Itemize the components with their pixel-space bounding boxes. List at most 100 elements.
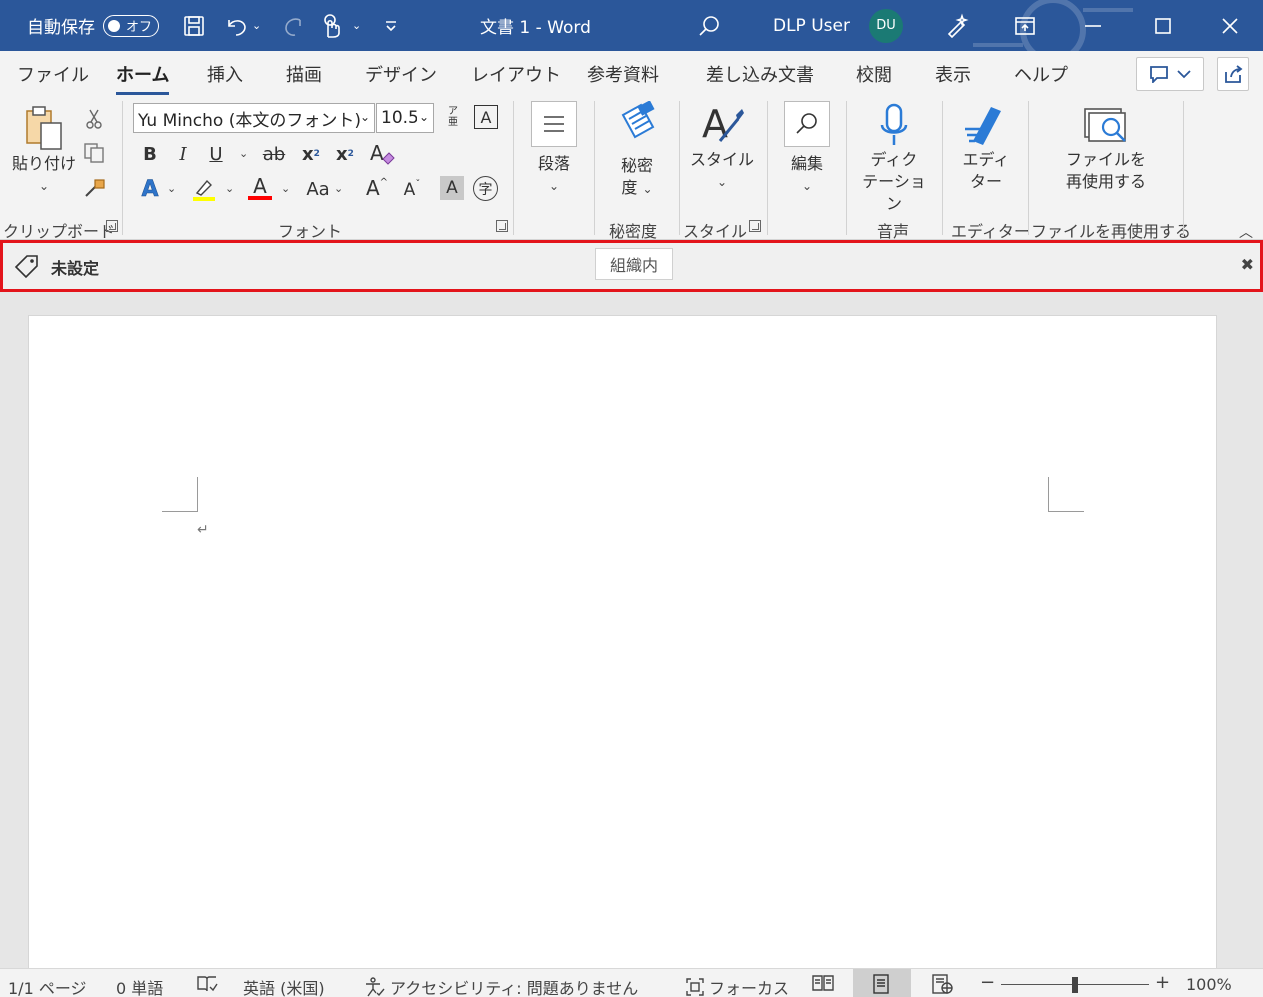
sensitivity-button[interactable]: 秘密 度 ⌄ [605,100,669,200]
text-effects-button[interactable]: A [136,176,164,202]
font-color-button[interactable]: A [246,174,274,202]
read-mode-icon[interactable] [812,974,834,992]
dictate-button[interactable]: ディク テーション [856,101,932,215]
save-icon[interactable] [182,0,206,51]
close-icon[interactable] [1221,0,1239,51]
tab-mailings[interactable]: 差し込み文書 [706,61,814,87]
undo-icon[interactable]: ⌄ [224,0,261,51]
maximize-icon[interactable] [1154,0,1172,51]
chevron-down-icon[interactable]: ⌄ [334,182,343,195]
microphone-icon [880,103,908,145]
tab-layout[interactable]: レイアウト [471,61,561,87]
autosave[interactable]: 自動保存 オフ [27,0,159,51]
redo-icon[interactable] [281,0,307,51]
minimize-icon[interactable] [1084,0,1102,51]
format-painter-icon[interactable] [82,177,106,201]
web-layout-icon[interactable] [931,974,953,994]
phonetic-sub-label: 亜 [448,117,458,128]
italic-button[interactable]: I [172,142,194,166]
paste-button[interactable]: 貼り付け ⌄ [10,105,78,197]
paragraph-button[interactable]: 段落 ⌄ [526,101,582,197]
tab-view[interactable]: 表示 [935,61,971,87]
tab-insert[interactable]: 挿入 [207,61,243,87]
language-indicator[interactable]: 英語 (米国) [243,975,325,997]
close-icon[interactable]: ✖ [1241,255,1254,274]
chevron-down-icon[interactable]: ⌄ [281,182,290,195]
ribbon-display-icon[interactable] [1014,0,1036,51]
zoom-level[interactable]: 100% [1186,975,1232,994]
chevron-down-icon[interactable]: ⌄ [239,147,248,160]
paragraph-mark[interactable]: ↵ [197,522,209,538]
autosave-toggle[interactable]: オフ [103,14,159,37]
print-layout-icon[interactable] [872,974,890,994]
underline-button[interactable]: U [205,142,227,166]
page-count[interactable]: 1/1 ページ [8,975,87,997]
search-icon[interactable] [697,0,721,51]
dictate-label-2: テーション [862,172,926,213]
chevron-down-icon: ⌄ [416,110,429,124]
cut-icon[interactable] [82,107,106,131]
chevron-down-icon[interactable]: ⌄ [167,182,176,195]
zoom-in-button[interactable]: + [1155,972,1170,993]
document-title: 文書 1 - Word [480,18,591,38]
tab-home[interactable]: ホーム [116,61,170,95]
status-bar: 1/1 ページ 0 単語 英語 (米国) アクセシビリティ: 問題ありません フ… [0,968,1263,997]
shrink-font-button[interactable]: Aˇ [399,177,425,203]
proofing-icon[interactable] [196,975,218,993]
share-button[interactable] [1217,57,1249,91]
collapse-ribbon-icon[interactable]: ︿ [1239,222,1253,242]
font-color-swatch [248,196,272,200]
chevron-down-icon: ⌄ [359,110,370,124]
bold-button[interactable]: B [139,142,161,166]
zoom-slider-thumb[interactable] [1072,977,1078,993]
document-page[interactable]: ↵ [28,315,1217,968]
font-name-combo[interactable]: Yu Mincho (本文のフォント) ⌄ [133,103,375,133]
grow-font-label: A [365,176,380,200]
styles-button[interactable]: A スタイル ⌄ [690,101,754,193]
grow-font-button[interactable]: A ^ [364,175,390,201]
touch-mode-icon[interactable]: ⌄ [320,0,361,51]
tab-references[interactable]: 参考資料 [587,61,659,87]
tab-draw[interactable]: 描画 [286,61,322,87]
styles-icon: A [702,102,744,146]
avatar[interactable]: DU [869,8,903,43]
chevron-down-icon[interactable]: ⌄ [225,182,234,195]
designer-icon[interactable] [944,0,970,51]
ribbon: 貼り付け ⌄ クリップボード Yu Mincho (本文のフォント) ⌄ 10.… [0,97,1263,242]
comments-button[interactable] [1136,57,1204,91]
accessibility-status[interactable]: アクセシビリティ: 問題ありません [364,975,638,997]
clear-formatting-icon[interactable]: A [368,141,396,167]
word-count[interactable]: 0 単語 [116,975,163,997]
reuse-files-button[interactable]: ファイルを 再使用する [1050,101,1162,193]
character-border-button[interactable]: A [474,105,498,129]
copy-icon[interactable] [82,141,106,165]
superscript-button[interactable]: x2 [334,142,356,166]
font-size-combo[interactable]: 10.5 ⌄ [376,103,434,133]
tab-design[interactable]: デザイン [365,61,437,87]
comment-icon [1150,66,1168,83]
tab-help[interactable]: ヘルプ [1014,61,1068,87]
editing-button[interactable]: 編集 ⌄ [779,101,835,197]
user-name[interactable]: DLP User [773,0,850,51]
subscript-button[interactable]: x2 [300,142,322,166]
clipboard-launcher-icon[interactable] [106,220,118,232]
highlight-button[interactable] [190,176,218,202]
tab-review[interactable]: 校閲 [856,61,892,87]
phonetic-label: ア [448,106,458,117]
sensitivity-option-button[interactable]: 組織内 [595,248,674,280]
phonetic-guide-button[interactable]: ア 亜 [441,103,465,131]
strikethrough-button[interactable]: ab [259,142,289,166]
tab-file[interactable]: ファイル [17,61,89,87]
editing-label: 編集 [790,154,823,173]
character-shading-button[interactable]: A [440,176,464,200]
zoom-out-button[interactable]: − [980,972,995,993]
customize-qat-icon[interactable] [384,0,398,51]
focus-button[interactable]: フォーカス [685,975,789,997]
dictate-label-1: ディク [870,150,918,169]
enclose-characters-button[interactable]: 字 [473,176,498,201]
font-launcher-icon[interactable] [496,220,508,232]
change-case-button[interactable]: Aa [302,177,334,201]
editor-button[interactable]: エディ ター [950,101,1022,193]
sensitivity-label-1: 秘密 [620,156,653,175]
styles-launcher-icon[interactable] [749,220,761,232]
